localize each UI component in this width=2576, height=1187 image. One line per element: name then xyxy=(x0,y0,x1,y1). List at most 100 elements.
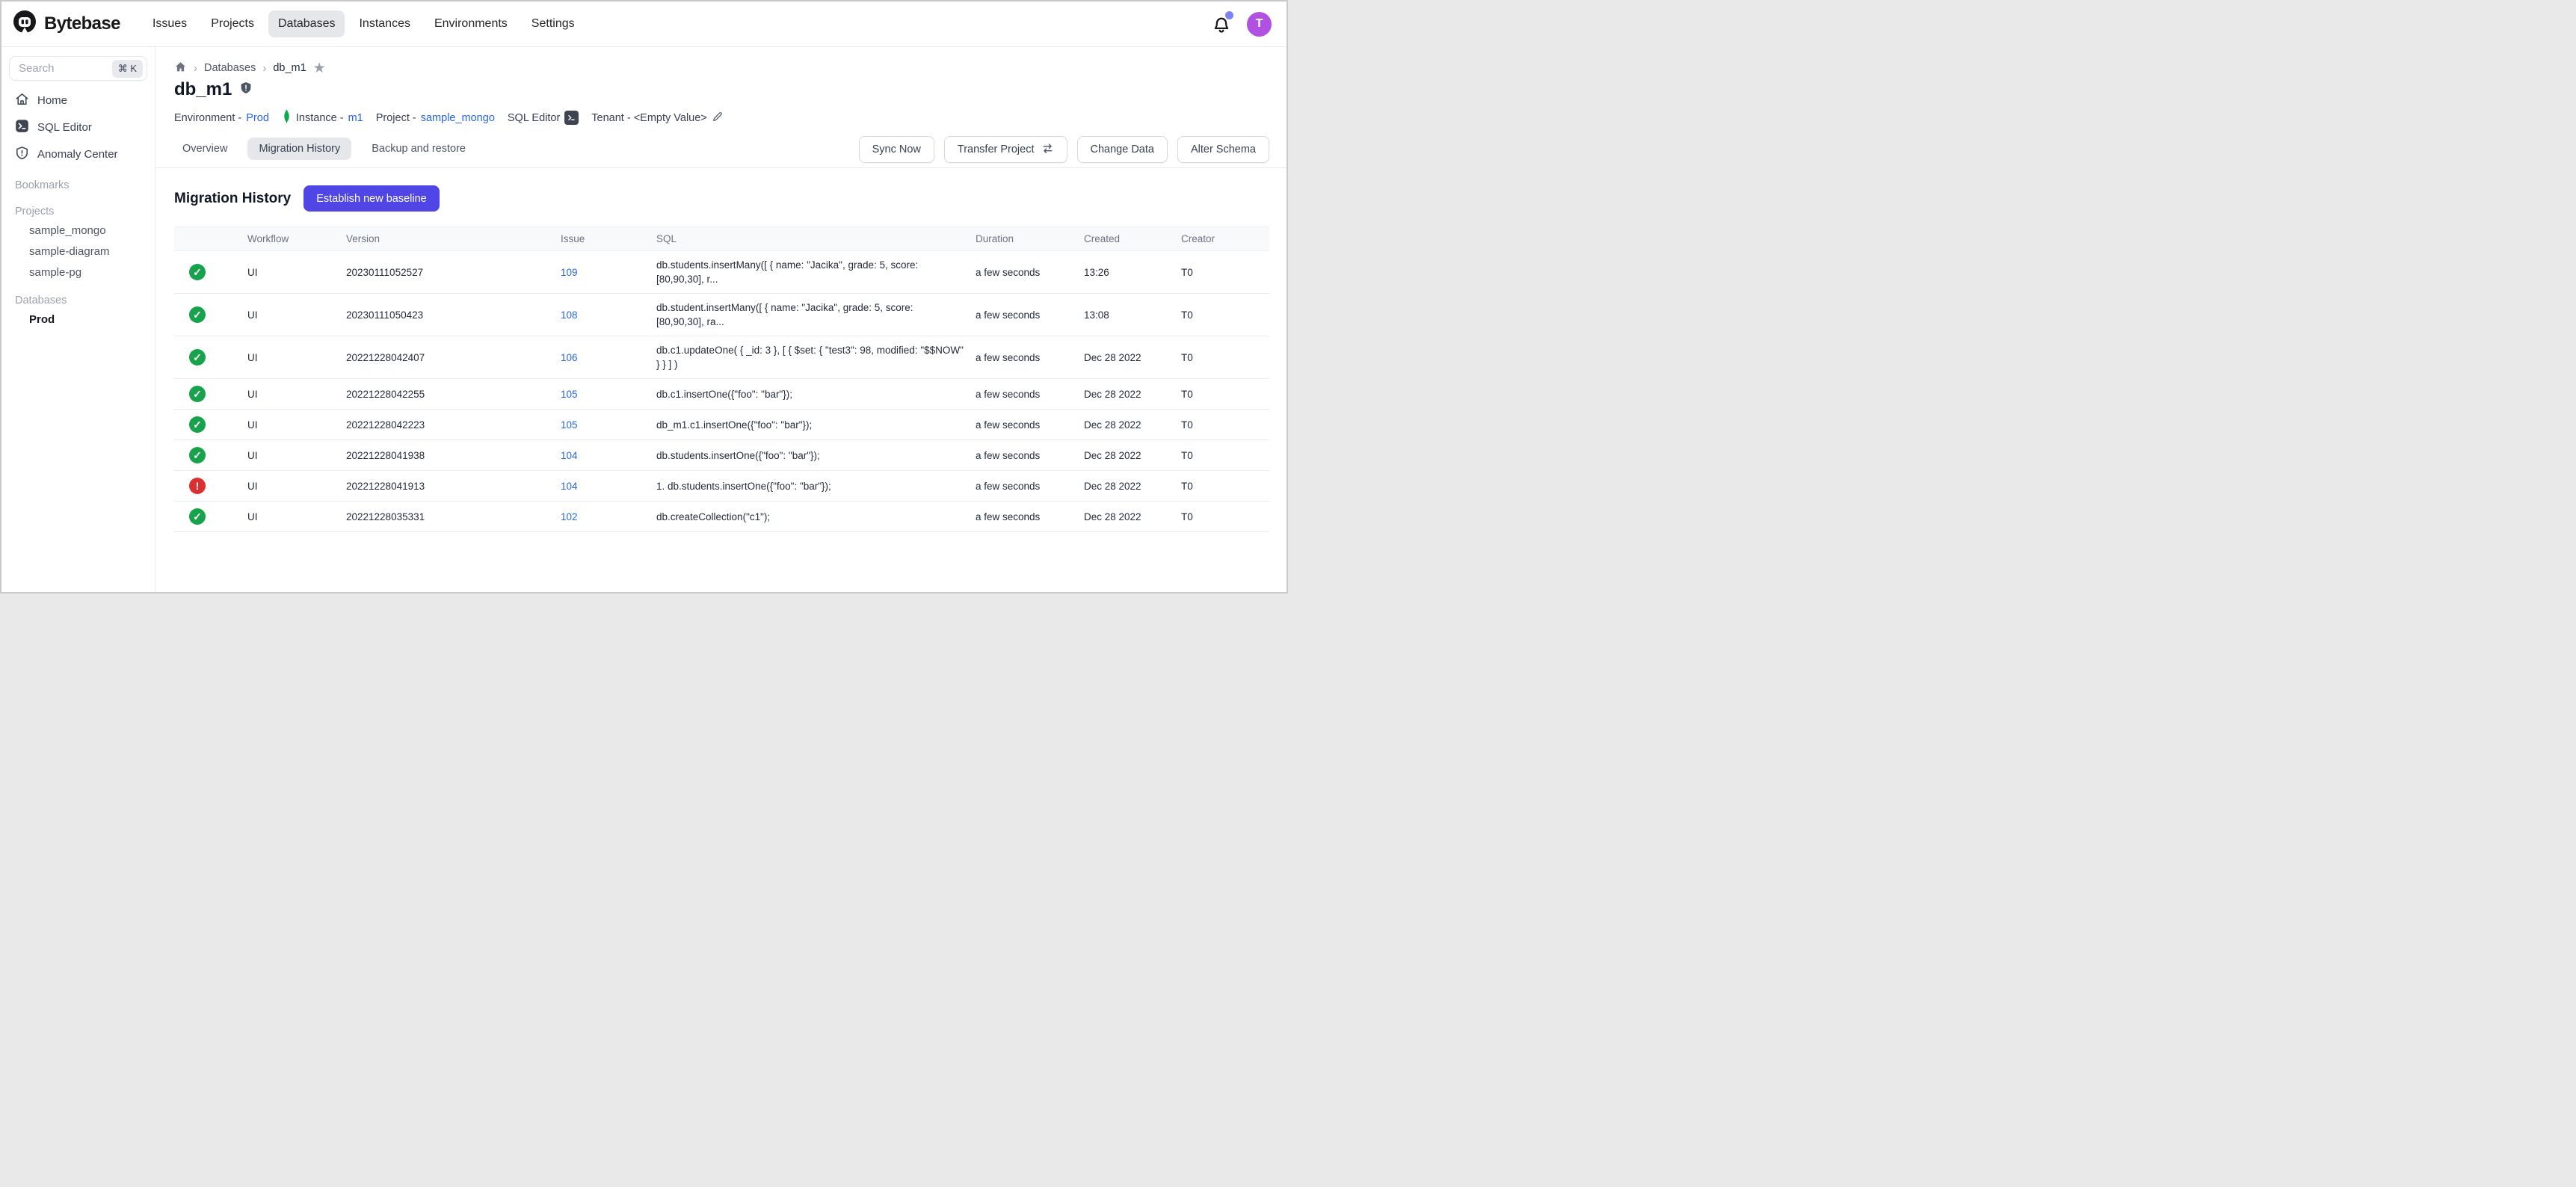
issue-link[interactable]: 105 xyxy=(561,389,578,400)
sidebar-item-label: SQL Editor xyxy=(37,121,92,134)
change-data-button[interactable]: Change Data xyxy=(1077,136,1168,163)
topnav-item-databases[interactable]: Databases xyxy=(268,10,345,37)
transfer-arrows-icon xyxy=(1041,142,1054,158)
topbar-right: T xyxy=(1211,12,1272,37)
status-success-icon xyxy=(189,264,206,280)
sidebar-database-prod[interactable]: Prod xyxy=(9,309,147,330)
creator-cell: T0 xyxy=(1175,336,1269,379)
tab-backup-and-restore[interactable]: Backup and restore xyxy=(360,138,477,160)
issue-link[interactable]: 104 xyxy=(561,450,578,461)
notification-dot xyxy=(1225,11,1233,19)
col-workflow: Workflow xyxy=(241,227,340,251)
meta-instance: Instance - m1 xyxy=(282,109,363,126)
creator-cell: T0 xyxy=(1175,294,1269,336)
environment-link[interactable]: Prod xyxy=(246,112,269,124)
issue-link[interactable]: 108 xyxy=(561,309,578,321)
meta-environment: Environment - Prod xyxy=(174,112,269,124)
sql-editor-icon xyxy=(15,119,29,136)
version-cell: 20221228041913 xyxy=(340,471,555,502)
chevron-right-icon: › xyxy=(194,62,197,75)
version-cell: 20230111052527 xyxy=(340,251,555,294)
created-cell: Dec 28 2022 xyxy=(1078,471,1175,502)
meta-tenant: Tenant - <Empty Value> xyxy=(591,111,724,126)
chevron-right-icon: › xyxy=(262,62,266,75)
duration-cell: a few seconds xyxy=(970,471,1078,502)
instance-link[interactable]: m1 xyxy=(348,112,363,124)
tenant-label: Tenant - <Empty Value> xyxy=(591,112,707,124)
workflow-cell: UI xyxy=(241,251,340,294)
sidebar: Search ⌘ K Home xyxy=(1,47,155,592)
creator-cell: T0 xyxy=(1175,379,1269,410)
pencil-edit-icon[interactable] xyxy=(712,111,724,126)
table-row[interactable]: UI 20221228041913 104 1. db.students.ins… xyxy=(174,471,1269,502)
search-placeholder: Search xyxy=(19,62,55,75)
issue-link[interactable]: 105 xyxy=(561,419,578,431)
search-shortcut-badge: ⌘ K xyxy=(112,60,143,78)
sidebar-item-anomaly-center[interactable]: Anomaly Center xyxy=(9,141,147,167)
duration-cell: a few seconds xyxy=(970,251,1078,294)
status-success-icon xyxy=(189,306,206,323)
sidebar-item-sql-editor[interactable]: SQL Editor xyxy=(9,114,147,141)
user-avatar[interactable]: T xyxy=(1247,12,1272,37)
table-header-row: Workflow Version Issue SQL Duration Crea… xyxy=(174,227,1269,251)
sql-cell: db.students.insertMany([ { name: "Jacika… xyxy=(650,251,970,294)
sidebar-item-label: Anomaly Center xyxy=(37,148,118,161)
table-row[interactable]: UI 20221228042255 105 db.c1.insertOne({"… xyxy=(174,379,1269,410)
sidebar-section-projects: Projects xyxy=(9,203,147,220)
table-row[interactable]: UI 20221228042223 105 db_m1.c1.insertOne… xyxy=(174,410,1269,440)
creator-cell: T0 xyxy=(1175,440,1269,471)
topnav-item-instances[interactable]: Instances xyxy=(349,10,419,37)
topnav-item-environments[interactable]: Environments xyxy=(425,10,517,37)
breadcrumb-databases[interactable]: Databases xyxy=(204,62,256,74)
sidebar-project-sample-diagram[interactable]: sample-diagram xyxy=(9,241,147,262)
topnav-item-issues[interactable]: Issues xyxy=(143,10,197,37)
breadcrumb-home-icon[interactable] xyxy=(174,61,187,76)
col-sql: SQL xyxy=(650,227,970,251)
notifications-bell-icon[interactable] xyxy=(1211,13,1232,34)
meta-project: Project - sample_mongo xyxy=(376,112,495,124)
created-cell: 13:08 xyxy=(1078,294,1175,336)
table-row[interactable]: UI 20230111050423 108 db.student.insertM… xyxy=(174,294,1269,336)
meta-sql-editor[interactable]: SQL Editor xyxy=(508,111,579,125)
anomaly-shield-icon xyxy=(15,146,29,163)
sql-cell: db.createCollection("c1"); xyxy=(650,502,970,532)
brand-logo[interactable]: Bytebase xyxy=(12,10,120,39)
transfer-project-button[interactable]: Transfer Project xyxy=(944,136,1067,163)
app-window: Bytebase Issues Projects Databases Insta… xyxy=(0,0,1288,594)
status-success-icon xyxy=(189,447,206,463)
topnav-item-projects[interactable]: Projects xyxy=(201,10,264,37)
shield-alert-icon[interactable] xyxy=(239,81,253,99)
table-row[interactable]: UI 20221228035331 102 db.createCollectio… xyxy=(174,502,1269,532)
table-row[interactable]: UI 20221228041938 104 db.students.insert… xyxy=(174,440,1269,471)
mongodb-leaf-icon xyxy=(282,109,292,126)
search-input[interactable]: Search ⌘ K xyxy=(9,56,147,81)
alter-schema-button[interactable]: Alter Schema xyxy=(1177,136,1269,163)
sql-cell: db.student.insertMany([ { name: "Jacika"… xyxy=(650,294,970,336)
status-error-icon xyxy=(189,478,206,494)
sidebar-item-home[interactable]: Home xyxy=(9,87,147,114)
project-link[interactable]: sample_mongo xyxy=(421,112,495,124)
star-icon[interactable]: ★ xyxy=(313,61,326,75)
establish-new-baseline-button[interactable]: Establish new baseline xyxy=(303,185,440,212)
issue-link[interactable]: 106 xyxy=(561,352,578,363)
sidebar-project-sample-pg[interactable]: sample-pg xyxy=(9,262,147,283)
issue-link[interactable]: 104 xyxy=(561,481,578,492)
table-row[interactable]: UI 20221228042407 106 db.c1.updateOne( {… xyxy=(174,336,1269,379)
top-navigation: Issues Projects Databases Instances Envi… xyxy=(143,10,585,37)
section-title: Migration History xyxy=(174,191,291,207)
topnav-item-settings[interactable]: Settings xyxy=(522,10,585,37)
sql-cell: 1. db.students.insertOne({"foo": "bar"})… xyxy=(650,471,970,502)
col-creator: Creator xyxy=(1175,227,1269,251)
duration-cell: a few seconds xyxy=(970,294,1078,336)
version-cell: 20221228042223 xyxy=(340,410,555,440)
sidebar-project-sample-mongo[interactable]: sample_mongo xyxy=(9,220,147,241)
issue-link[interactable]: 102 xyxy=(561,511,578,522)
sidebar-section-bookmarks: Bookmarks xyxy=(9,177,147,194)
tab-migration-history[interactable]: Migration History xyxy=(247,138,351,160)
workflow-cell: UI xyxy=(241,379,340,410)
issue-link[interactable]: 109 xyxy=(561,267,578,278)
sync-now-button[interactable]: Sync Now xyxy=(859,136,934,163)
tab-overview[interactable]: Overview xyxy=(171,138,238,160)
table-row[interactable]: UI 20230111052527 109 db.students.insert… xyxy=(174,251,1269,294)
creator-cell: T0 xyxy=(1175,502,1269,532)
